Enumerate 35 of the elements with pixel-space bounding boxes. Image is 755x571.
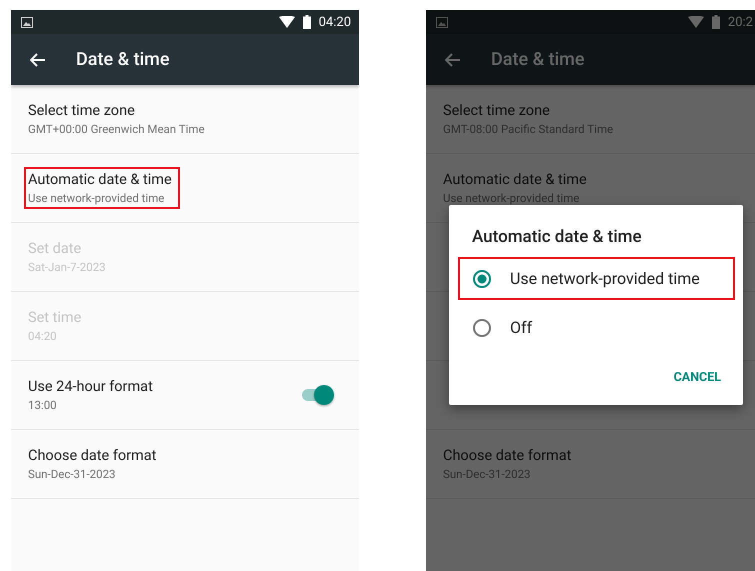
screen-title: Date & time [76, 49, 170, 70]
setting-summary: Use network-provided time [28, 191, 166, 205]
setting-title: Select time zone [28, 102, 136, 119]
screen-title: Date & time [491, 49, 584, 70]
setting-title: Choose date format [443, 447, 572, 464]
image-icon [436, 16, 448, 28]
setting-title: Select time zone [443, 102, 551, 119]
radio-button[interactable] [472, 318, 492, 338]
setting-summary: 13:00 [28, 398, 58, 412]
setting-summary: GMT+00:00 Greenwich Mean Time [28, 122, 205, 136]
radio-option[interactable]: Off [458, 306, 735, 349]
setting-row[interactable]: Choose date format Sun-Dec-31-2023 [11, 430, 359, 499]
setting-title: Automatic date & time [28, 171, 172, 188]
radio-button[interactable] [472, 268, 492, 288]
setting-row[interactable]: Use 24-hour format 13:00 [11, 361, 359, 430]
dialog-title: Automatic date & time [472, 227, 643, 247]
clock-time: 20:2 [728, 14, 753, 30]
toggle-switch[interactable] [302, 385, 334, 405]
setting-title: Choose date format [28, 447, 156, 464]
battery-icon [302, 15, 311, 29]
battery-icon [712, 15, 720, 29]
cancel-button[interactable]: CANCEL [668, 364, 727, 391]
setting-title: Automatic date & time [443, 171, 587, 188]
image-icon [21, 16, 33, 28]
setting-title: Use 24-hour format [28, 378, 153, 395]
setting-row[interactable]: Select time zone GMT+00:00 Greenwich Mean Time [11, 85, 359, 154]
radio-option[interactable]: Use network-provided time [458, 257, 735, 300]
setting-summary: Sun-Dec-31-2023 [28, 467, 116, 481]
option-label: Use network-provided time [510, 269, 700, 288]
clock-time: 04:20 [318, 14, 351, 30]
setting-row[interactable]: Automatic date & time Use network-provided time [11, 154, 359, 223]
wifi-icon [278, 16, 295, 28]
wifi-icon [688, 16, 704, 28]
back-arrow-icon[interactable] [30, 52, 46, 66]
option-label: Off [510, 318, 532, 337]
